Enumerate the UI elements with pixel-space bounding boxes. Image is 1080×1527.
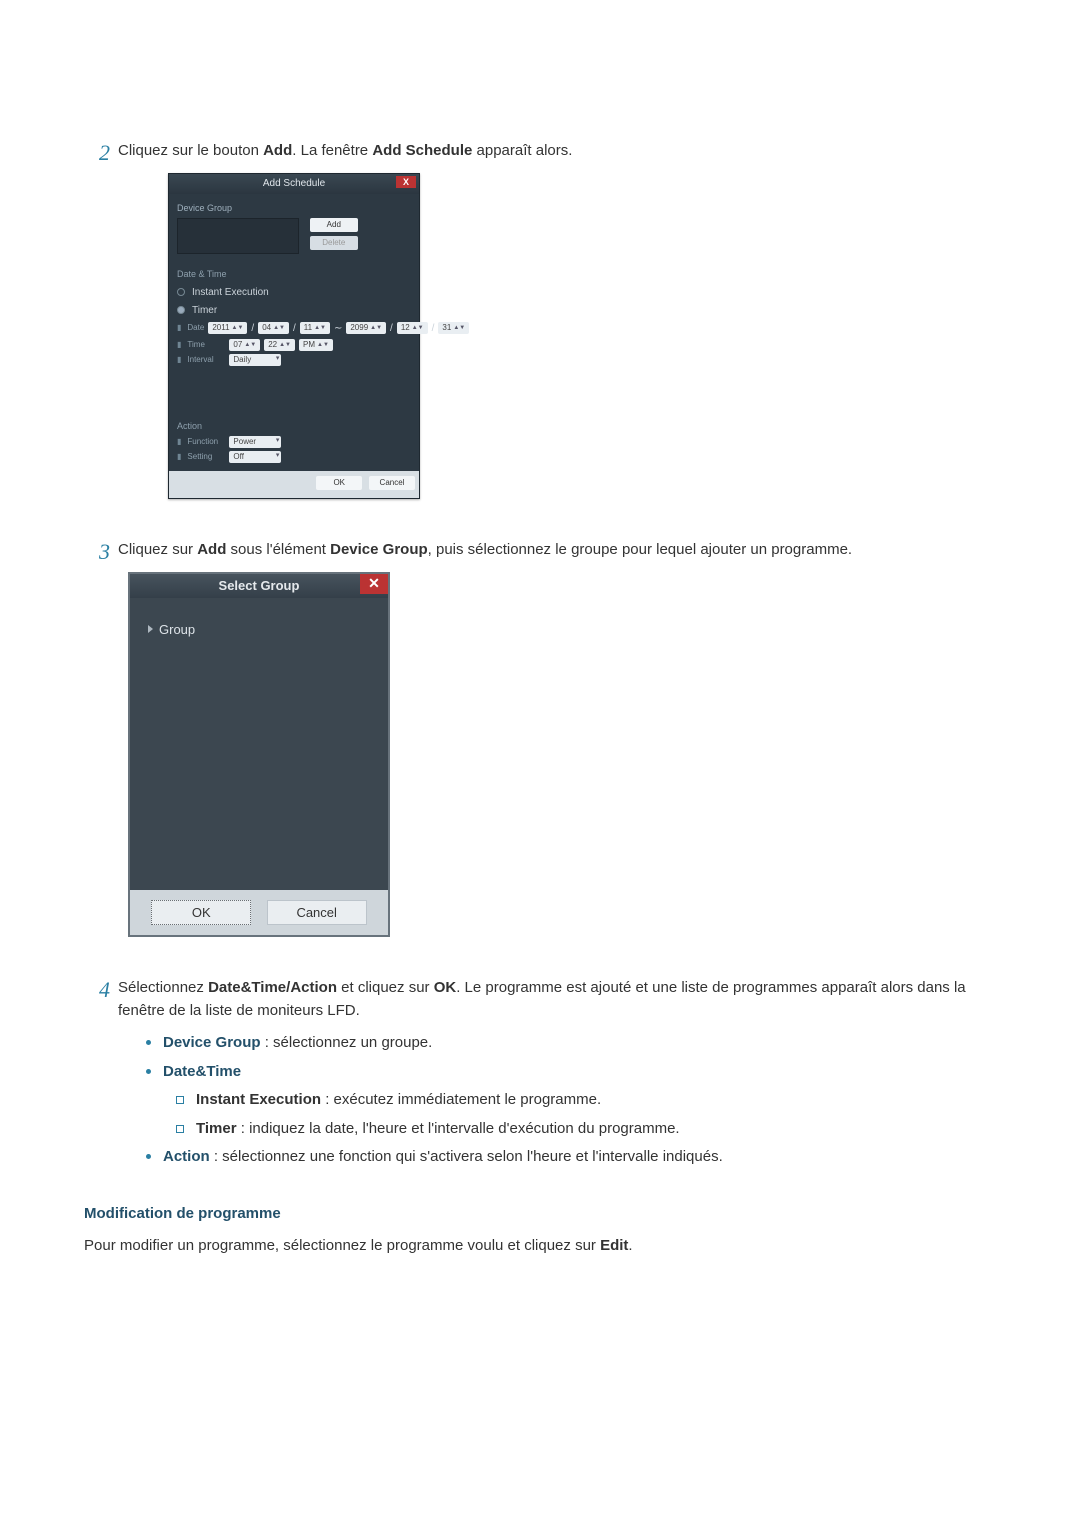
bullet-instant-execution: Instant Execution : exécutez immédiateme… bbox=[176, 1089, 1000, 1112]
bullet-dot-icon bbox=[146, 1040, 151, 1045]
step2-text: Cliquez sur le bouton Add. La fenêtre Ad… bbox=[118, 140, 1000, 163]
date-day2-stepper[interactable]: 31▲▼ bbox=[438, 322, 469, 334]
ok-button[interactable]: OK bbox=[151, 900, 251, 926]
date-row: ▮Date 2011▲▼ / 04▲▼ / 11▲▼ ∼ 2099▲▼ / 12… bbox=[177, 321, 411, 336]
bullet-dot-icon bbox=[146, 1154, 151, 1159]
bullet-device-group: Device Group : sélectionnez un groupe. bbox=[146, 1032, 1000, 1055]
select-group-titlebar: Select Group ✕ bbox=[130, 574, 388, 598]
delete-button: Delete bbox=[310, 236, 358, 250]
ok-button[interactable]: OK bbox=[316, 476, 362, 490]
section-heading: Modification de programme bbox=[84, 1203, 1000, 1226]
add-schedule-titlebar: Add Schedule X bbox=[169, 174, 419, 194]
action-label: Action bbox=[177, 420, 411, 434]
date-day1-stepper[interactable]: 11▲▼ bbox=[300, 322, 330, 334]
step4-text: Sélectionnez Date&Time/Action et cliquez… bbox=[118, 977, 1000, 1022]
radio-timer[interactable]: Timer bbox=[177, 303, 411, 318]
date-time-label: Date & Time bbox=[177, 268, 411, 282]
setting-row: ▮Setting Off bbox=[177, 451, 411, 463]
bullet-date-time: Date&Time bbox=[146, 1061, 1000, 1084]
bullet-square-icon bbox=[176, 1125, 184, 1133]
radio-instant-execution[interactable]: Instant Execution bbox=[177, 285, 411, 300]
bullet-square-icon bbox=[176, 1096, 184, 1104]
date-month2-stepper[interactable]: 12▲▼ bbox=[397, 322, 428, 334]
bullet-action: Action : sélectionnez une fonction qui s… bbox=[146, 1146, 1000, 1169]
interval-select[interactable]: Daily bbox=[229, 354, 281, 366]
section-paragraph: Pour modifier un programme, sélectionnez… bbox=[84, 1235, 1000, 1258]
step-number-3: 3 bbox=[80, 539, 110, 565]
time-hour-stepper[interactable]: 07▲▼ bbox=[229, 339, 260, 351]
step-number-2: 2 bbox=[80, 140, 110, 166]
time-row: ▮Time 07▲▼ 22▲▼ PM▲▼ bbox=[177, 339, 411, 351]
time-ampm-stepper[interactable]: PM▲▼ bbox=[299, 339, 333, 351]
step3-text: Cliquez sur Add sous l'élément Device Gr… bbox=[118, 539, 1000, 562]
time-min-stepper[interactable]: 22▲▼ bbox=[264, 339, 295, 351]
cancel-button[interactable]: Cancel bbox=[267, 900, 367, 926]
close-icon[interactable]: X bbox=[396, 176, 416, 188]
function-row: ▮Function Power bbox=[177, 436, 411, 448]
chevron-right-icon bbox=[148, 625, 153, 633]
function-select[interactable]: Power bbox=[229, 436, 281, 448]
device-group-listbox[interactable] bbox=[177, 218, 299, 254]
setting-select[interactable]: Off bbox=[229, 451, 281, 463]
date-year2-stepper[interactable]: 2099▲▼ bbox=[346, 322, 386, 334]
tree-root-item[interactable]: Group bbox=[148, 620, 370, 640]
date-year1-stepper[interactable]: 2011▲▼ bbox=[208, 322, 247, 334]
select-group-window: Select Group ✕ Group OK Cancel bbox=[128, 572, 390, 938]
bullet-timer: Timer : indiquez la date, l'heure et l'i… bbox=[176, 1118, 1000, 1141]
cancel-button[interactable]: Cancel bbox=[369, 476, 415, 490]
add-button[interactable]: Add bbox=[310, 218, 358, 232]
step-number-4: 4 bbox=[80, 977, 110, 1003]
interval-row: ▮Interval Daily bbox=[177, 354, 411, 366]
close-icon[interactable]: ✕ bbox=[360, 574, 388, 594]
date-month1-stepper[interactable]: 04▲▼ bbox=[258, 322, 289, 334]
add-schedule-window: Add Schedule X Device Group Add Delete D… bbox=[168, 173, 420, 500]
device-group-label: Device Group bbox=[177, 202, 411, 216]
bullet-dot-icon bbox=[146, 1069, 151, 1074]
